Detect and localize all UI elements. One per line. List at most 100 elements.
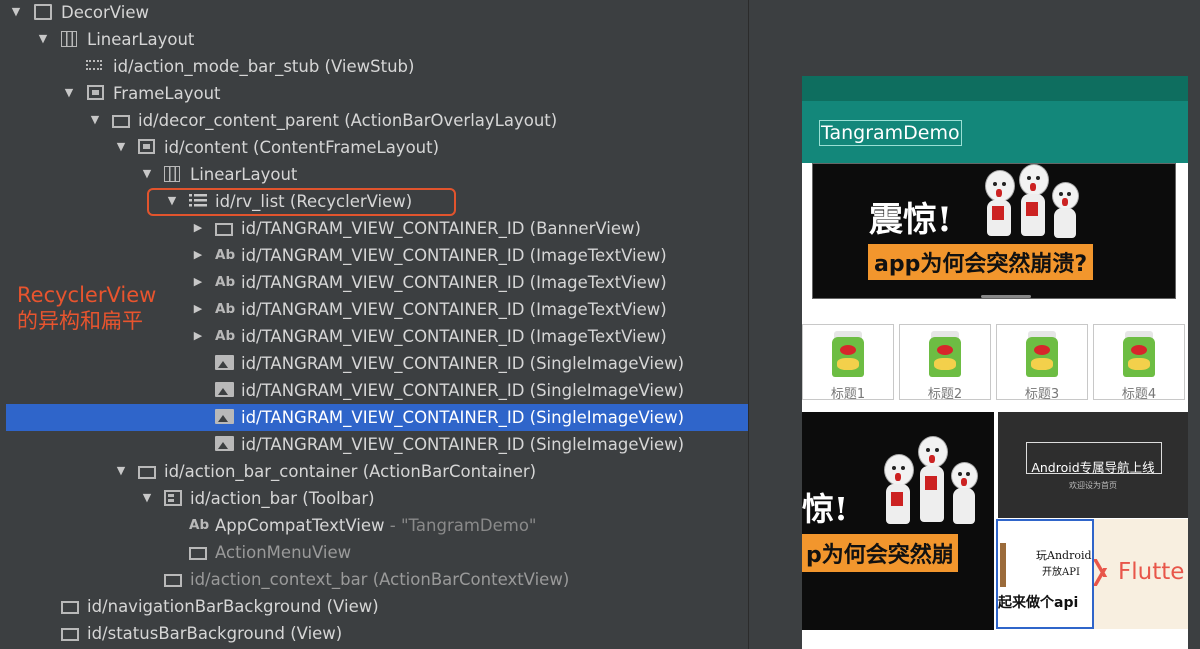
collapse-arrow-icon[interactable]: ▶ (192, 330, 204, 342)
tree-node-navigation-bar-background[interactable]: id/navigationBarBackground (View) (0, 593, 748, 620)
view-icon (61, 601, 79, 614)
cell-title: 标题2 (927, 387, 963, 402)
view-icon (112, 115, 130, 128)
tree-node-label: id/TANGRAM_VIEW_CONTAINER_ID (ImageTextV… (241, 273, 667, 292)
text-icon: Ab (215, 274, 236, 290)
text-icon: Ab (215, 328, 236, 344)
cell-title: 标题1 (830, 387, 866, 402)
tree-node-label: id/TANGRAM_VIEW_CONTAINER_ID (SingleImag… (241, 354, 685, 373)
tree-node-action-bar[interactable]: ▼ id/action_bar (Toolbar) (0, 485, 748, 512)
single-image-tile-4[interactable]: Flutte (1094, 519, 1188, 629)
image-text-cell[interactable]: 标题3 (996, 324, 1088, 402)
image-icon (215, 409, 234, 424)
tree-node-frame-layout[interactable]: ▼ FrameLayout (0, 80, 748, 107)
tile-headline: 惊! (802, 490, 849, 528)
collapse-arrow-icon[interactable]: ▶ (192, 276, 204, 288)
device-screen: TangramDemo 震惊! app为何会突然崩溃? 标题1 标题2 标题3 标题4 (802, 76, 1188, 649)
device-preview-panel: TangramDemo 震惊! app为何会突然崩溃? 标题1 标题2 标题3 标题4 (749, 0, 1200, 649)
tile-tag: p为何会突然崩 (802, 534, 958, 572)
tree-node-linear-layout-root[interactable]: ▼ LinearLayout (0, 26, 748, 53)
expand-arrow-icon[interactable]: ▼ (141, 492, 153, 504)
chips-bag-icon (926, 331, 964, 379)
expand-arrow-icon[interactable]: ▼ (115, 141, 127, 153)
tree-node-label: LinearLayout (87, 30, 195, 49)
image-text-cell[interactable]: 标题2 (899, 324, 991, 402)
tree-node-single-image-view-4[interactable]: id/TANGRAM_VIEW_CONTAINER_ID (SingleImag… (0, 431, 748, 458)
banner-tag: app为何会突然崩溃? (868, 244, 1094, 280)
tree-node-single-image-view-2[interactable]: id/TANGRAM_VIEW_CONTAINER_ID (SingleImag… (0, 377, 748, 404)
tree-node-single-image-view-1[interactable]: id/TANGRAM_VIEW_CONTAINER_ID (SingleImag… (0, 350, 748, 377)
decorview-icon (34, 4, 52, 20)
tree-node-banner-view[interactable]: ▶ id/TANGRAM_VIEW_CONTAINER_ID (BannerVie… (0, 215, 748, 242)
tree-node-label: id/action_bar (Toolbar) (190, 489, 375, 508)
tree-node-label: AppCompatTextView - "TangramDemo" (215, 516, 537, 535)
tree-node-label: DecorView (61, 3, 149, 22)
rv-list-highlight-box (147, 188, 456, 216)
tree-node-single-image-view-3[interactable]: id/TANGRAM_VIEW_CONTAINER_ID (SingleImag… (6, 404, 748, 431)
tree-node-decor-content-parent[interactable]: ▼ id/decor_content_parent (ActionBarOverl… (0, 107, 748, 134)
collapse-arrow-icon[interactable]: ▶ (192, 303, 204, 315)
image-text-cell[interactable]: 标题4 (1093, 324, 1185, 402)
tree-node-label: id/decor_content_parent (ActionBarOverla… (138, 111, 558, 130)
tree-node-label: ActionMenuView (215, 543, 352, 562)
annotation-text: RecyclerView 的异构和扁平 (17, 282, 156, 334)
android-nav-subtitle: 欢迎设为首页 (1069, 481, 1117, 490)
tree-node-label: id/content (ContentFrameLayout) (164, 138, 440, 157)
chips-bag-icon (829, 331, 867, 379)
tree-node-content[interactable]: ▼ id/content (ContentFrameLayout) (0, 134, 748, 161)
expand-arrow-icon[interactable]: ▼ (37, 33, 49, 45)
chips-bag-icon (1023, 331, 1061, 379)
flutter-text: Flutte (1118, 559, 1185, 585)
tree-node-label: id/TANGRAM_VIEW_CONTAINER_ID (SingleImag… (241, 408, 685, 427)
tree-node-action-mode-bar-stub[interactable]: id/action_mode_bar_stub (ViewStub) (0, 53, 748, 80)
expand-arrow-icon[interactable]: ▼ (115, 465, 127, 477)
view-icon (164, 574, 182, 587)
tree-node-label: id/statusBarBackground (View) (87, 624, 343, 643)
frame-layout-icon (138, 139, 155, 154)
tree-node-label: id/action_context_bar (ActionBarContextV… (190, 570, 570, 589)
tree-node-image-text-view-1[interactable]: ▶ Ab id/TANGRAM_VIEW_CONTAINER_ID (ImageTe… (0, 242, 748, 269)
expand-arrow-icon[interactable]: ▼ (141, 168, 153, 180)
status-bar[interactable] (802, 76, 1188, 101)
tree-node-appcompat-text-view[interactable]: Ab AppCompatTextView - "TangramDemo" (0, 512, 748, 539)
annotation-line-1: RecyclerView (17, 283, 157, 307)
brush-stroke (1000, 543, 1006, 587)
expand-arrow-icon[interactable]: ▼ (10, 6, 22, 18)
android-nav-title: Android专属导航上线 (1031, 460, 1155, 475)
flutter-logo-icon (1094, 559, 1112, 586)
banner-headline: 震惊! (869, 200, 952, 240)
single-image-tile-3[interactable]: 玩Android 开放API 起来做个api (996, 519, 1094, 629)
image-text-cell[interactable]: 标题1 (802, 324, 894, 402)
tree-node-action-menu-view[interactable]: ActionMenuView (0, 539, 748, 566)
tree-node-linear-layout-content[interactable]: ▼ LinearLayout (0, 161, 748, 188)
tree-node-decor-view[interactable]: ▼ DecorView (0, 0, 748, 26)
annotation-line-2: 的异构和扁平 (17, 309, 143, 333)
tree-node-status-bar-background[interactable]: id/statusBarBackground (View) (0, 620, 748, 647)
expand-arrow-icon[interactable]: ▼ (89, 114, 101, 126)
tree-node-label: id/TANGRAM_VIEW_CONTAINER_ID (SingleImag… (241, 381, 685, 400)
toolbar-icon (164, 490, 182, 506)
tree-node-label: id/TANGRAM_VIEW_CONTAINER_ID (BannerView… (241, 219, 641, 238)
frame-layout-icon (87, 85, 104, 100)
tree-node-label: id/action_mode_bar_stub (ViewStub) (113, 57, 415, 76)
viewstub-icon (86, 60, 102, 70)
text-icon: Ab (215, 247, 236, 263)
text-icon: Ab (215, 301, 236, 317)
text-icon: Ab (189, 517, 210, 533)
banner-indicator[interactable] (981, 295, 1031, 298)
banner-view[interactable]: 震惊! app为何会突然崩溃? (812, 163, 1176, 299)
app-title[interactable]: TangramDemo (819, 120, 962, 146)
single-image-tile-2[interactable]: Android专属导航上线 欢迎设为首页 (998, 412, 1188, 518)
expand-arrow-icon[interactable]: ▼ (63, 87, 75, 99)
collapse-arrow-icon[interactable]: ▶ (192, 249, 204, 261)
cartoon-figure-icon (946, 462, 982, 528)
collapse-arrow-icon[interactable]: ▶ (192, 222, 204, 234)
cell-title: 标题4 (1121, 387, 1157, 402)
tree-node-action-context-bar[interactable]: id/action_context_bar (ActionBarContextV… (0, 566, 748, 593)
tree-node-action-bar-container[interactable]: ▼ id/action_bar_container (ActionBarConta… (0, 458, 748, 485)
single-image-tile-1[interactable]: 惊! p为何会突然崩 (802, 412, 994, 630)
tree-node-label: id/TANGRAM_VIEW_CONTAINER_ID (ImageTextV… (241, 327, 667, 346)
tree-node-label: id/TANGRAM_VIEW_CONTAINER_ID (SingleImag… (241, 435, 685, 454)
tree-node-label: id/TANGRAM_VIEW_CONTAINER_ID (ImageTextV… (241, 246, 667, 265)
wan-android-line1: 玩Android (1036, 549, 1092, 562)
